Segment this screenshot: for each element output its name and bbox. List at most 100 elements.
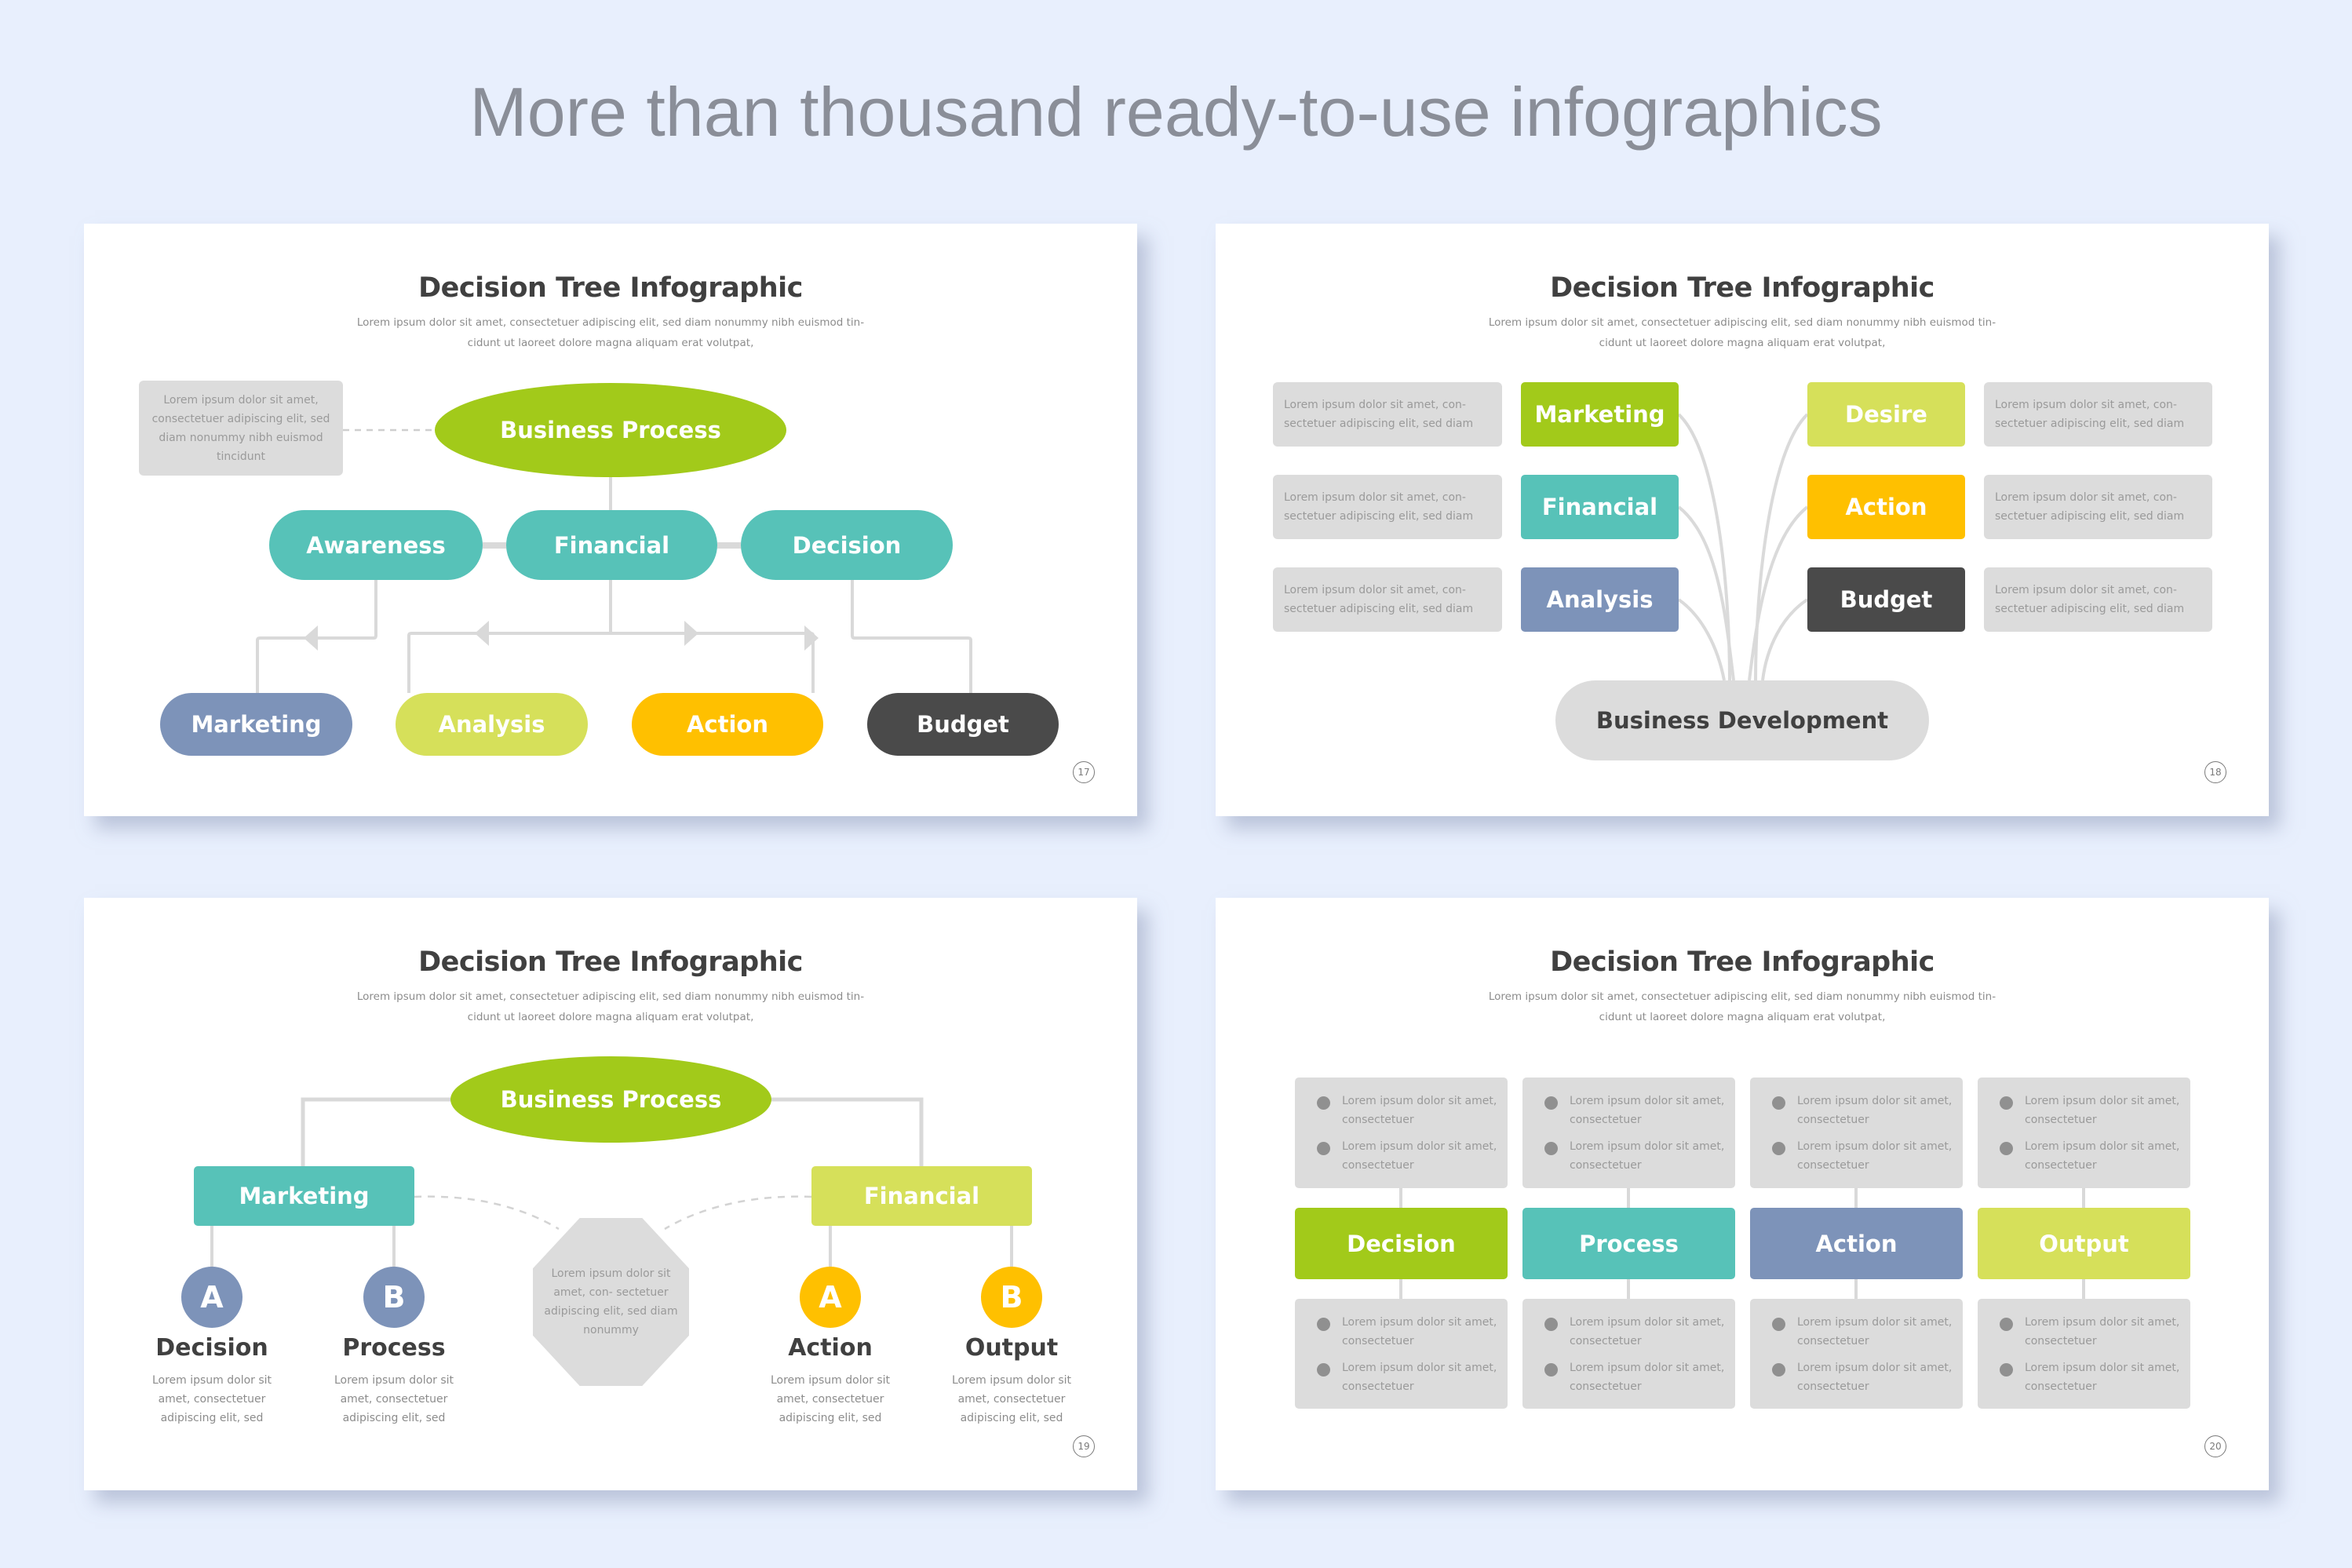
node-financial[interactable]: Financial <box>1521 475 1679 539</box>
bullet-dot-icon <box>1772 1363 1785 1377</box>
leaf-analysis[interactable]: Analysis <box>396 693 588 756</box>
bottom-bullets-process: Lorem ipsum dolor sit amet, consectetuer… <box>1522 1299 1735 1409</box>
bullet-item: Lorem ipsum dolor sit amet, consectetuer <box>1522 1137 1735 1183</box>
bullet-text: Lorem ipsum dolor sit amet, consectetuer <box>1797 1140 1953 1172</box>
option-label: Action <box>788 1334 873 1362</box>
bottom-bullets-output: Lorem ipsum dolor sit amet, consectetuer… <box>1978 1299 2190 1409</box>
bullet-text: Lorem ipsum dolor sit amet, consectetuer <box>1342 1140 1497 1172</box>
bullet-item: Lorem ipsum dolor sit amet, consectetuer <box>1295 1313 1508 1358</box>
top-bullets-output: Lorem ipsum dolor sit amet, consectetuer… <box>1978 1078 2190 1188</box>
curve-analysis <box>1677 598 1726 681</box>
left-note-1: Lorem ipsum dolor sit amet, con- sectetu… <box>1273 382 1502 447</box>
slide-18-decision-tree[interactable]: Decision Tree Infographic Lorem ipsum do… <box>1216 224 2269 816</box>
branch-financial[interactable]: Financial <box>811 1166 1032 1226</box>
bullet-dot-icon <box>1772 1318 1785 1331</box>
bullet-item: Lorem ipsum dolor sit amet, consectetuer <box>1978 1092 2190 1137</box>
bullet-text: Lorem ipsum dolor sit amet, consectetuer <box>1797 1095 1953 1126</box>
bullet-dot-icon <box>1317 1142 1330 1155</box>
bullet-dot-icon <box>1544 1318 1558 1331</box>
top-bullets-process: Lorem ipsum dolor sit amet, consectetuer… <box>1522 1078 1735 1188</box>
leaf-marketing[interactable]: Marketing <box>160 693 352 756</box>
curve-desire <box>1754 413 1809 681</box>
bullet-text: Lorem ipsum dolor sit amet, consectetuer <box>2025 1362 2180 1393</box>
dashed-curve-right <box>664 1195 812 1231</box>
slide-20-decision-tree[interactable]: Decision Tree Infographic Lorem ipsum do… <box>1216 898 2269 1490</box>
right-note-2: Lorem ipsum dolor sit amet, con- sectetu… <box>1984 475 2212 539</box>
bullet-dot-icon <box>2000 1096 2013 1110</box>
bullet-item: Lorem ipsum dolor sit amet, consectetuer <box>1750 1137 1963 1183</box>
node-marketing[interactable]: Marketing <box>1521 382 1679 447</box>
option-desc: Lorem ipsum dolor sit amet, consectetuer… <box>770 1374 891 1424</box>
page-headline: More than thousand ready-to-use infograp… <box>469 73 1883 151</box>
slide-19-decision-tree[interactable]: Decision Tree Infographic Lorem ipsum do… <box>84 898 1137 1490</box>
root-node-business-development[interactable]: Business Development <box>1555 680 1929 760</box>
bullet-dot-icon <box>1544 1096 1558 1110</box>
bullet-dot-icon <box>2000 1142 2013 1155</box>
leaf-budget[interactable]: Budget <box>867 693 1059 756</box>
bullet-item: Lorem ipsum dolor sit amet, consectetuer <box>1978 1313 2190 1358</box>
bullet-item: Lorem ipsum dolor sit amet, consectetuer <box>1978 1358 2190 1404</box>
bullet-item: Lorem ipsum dolor sit amet, consectetuer <box>1750 1092 1963 1137</box>
root-to-marketing <box>301 1097 450 1166</box>
bullet-text: Lorem ipsum dolor sit amet, consectetuer <box>1797 1362 1953 1393</box>
curve-marketing <box>1677 413 1731 681</box>
option-badge-a[interactable]: A <box>181 1267 242 1328</box>
bullet-text: Lorem ipsum dolor sit amet, consectetuer <box>2025 1140 2180 1172</box>
arrow-right-icon <box>684 621 698 646</box>
bullet-dot-icon <box>1544 1363 1558 1377</box>
bullet-item: Lorem ipsum dolor sit amet, consectetuer <box>1522 1313 1735 1358</box>
option-badge-a[interactable]: A <box>800 1267 861 1328</box>
bullet-item: Lorem ipsum dolor sit amet, consectetuer <box>1295 1092 1508 1137</box>
stage-process[interactable]: Process <box>1522 1208 1735 1279</box>
bullet-text: Lorem ipsum dolor sit amet, consectetuer <box>1570 1140 1725 1172</box>
slide-17-decision-tree[interactable]: Decision Tree Infographic Lorem ipsum do… <box>84 224 1137 816</box>
top-bullets-decision: Lorem ipsum dolor sit amet, consectetuer… <box>1295 1078 1508 1188</box>
bullet-item: Lorem ipsum dolor sit amet, consectetuer <box>1522 1092 1735 1137</box>
option-desc: Lorem ipsum dolor sit amet, consectetuer… <box>151 1374 272 1424</box>
node-desire[interactable]: Desire <box>1807 382 1965 447</box>
option-desc: Lorem ipsum dolor sit amet, consectetuer… <box>951 1374 1072 1424</box>
bullet-item: Lorem ipsum dolor sit amet, consectetuer <box>1978 1137 2190 1183</box>
node-decision[interactable]: Decision <box>741 510 953 580</box>
bullet-item: Lorem ipsum dolor sit amet, consectetuer <box>1295 1358 1508 1404</box>
bullet-text: Lorem ipsum dolor sit amet, consectetuer <box>1570 1316 1725 1347</box>
root-node-business-process[interactable]: Business Process <box>450 1056 771 1143</box>
bullet-dot-icon <box>1772 1096 1785 1110</box>
arrow-left-icon <box>304 625 318 651</box>
arrow-left-icon <box>475 621 489 646</box>
left-note-3: Lorem ipsum dolor sit amet, con- sectetu… <box>1273 567 1502 632</box>
option-label: Output <box>965 1334 1059 1362</box>
bullet-dot-icon <box>1317 1096 1330 1110</box>
node-financial[interactable]: Financial <box>506 510 717 580</box>
bullet-text: Lorem ipsum dolor sit amet, consectetuer <box>1570 1095 1725 1126</box>
bullet-text: Lorem ipsum dolor sit amet, consectetuer <box>2025 1095 2180 1126</box>
option-badge-b[interactable]: B <box>363 1267 425 1328</box>
bullet-text: Lorem ipsum dolor sit amet, consectetuer <box>1342 1095 1497 1126</box>
bullet-text: Lorem ipsum dolor sit amet, consectetuer <box>1797 1316 1953 1347</box>
right-note-1: Lorem ipsum dolor sit amet, con- sectetu… <box>1984 382 2212 447</box>
stage-output[interactable]: Output <box>1978 1208 2190 1279</box>
bullet-text: Lorem ipsum dolor sit amet, consectetuer <box>1570 1362 1725 1393</box>
branch-marketing[interactable]: Marketing <box>194 1166 414 1226</box>
bullet-item: Lorem ipsum dolor sit amet, consectetuer <box>1750 1358 1963 1404</box>
bullet-dot-icon <box>2000 1363 2013 1377</box>
note-box: Lorem ipsum dolor sit amet, consectetuer… <box>139 381 343 476</box>
node-action[interactable]: Action <box>1807 475 1965 539</box>
node-awareness[interactable]: Awareness <box>269 510 483 580</box>
page-number: 18 <box>2204 761 2226 783</box>
node-analysis[interactable]: Analysis <box>1521 567 1679 632</box>
node-budget[interactable]: Budget <box>1807 567 1965 632</box>
stage-action[interactable]: Action <box>1750 1208 1963 1279</box>
root-to-financial <box>771 1097 924 1166</box>
root-node-business-process[interactable]: Business Process <box>435 383 786 477</box>
bullet-text: Lorem ipsum dolor sit amet, consectetuer <box>2025 1316 2180 1347</box>
bullet-dot-icon <box>1317 1363 1330 1377</box>
bullet-item: Lorem ipsum dolor sit amet, consectetuer <box>1295 1137 1508 1183</box>
bullet-dot-icon <box>2000 1318 2013 1331</box>
leaf-action[interactable]: Action <box>632 693 823 756</box>
option-badge-b[interactable]: B <box>981 1267 1042 1328</box>
option-label: Process <box>342 1334 446 1362</box>
left-note-2: Lorem ipsum dolor sit amet, con- sectetu… <box>1273 475 1502 539</box>
stage-decision[interactable]: Decision <box>1295 1208 1508 1279</box>
top-bullets-action: Lorem ipsum dolor sit amet, consectetuer… <box>1750 1078 1963 1188</box>
